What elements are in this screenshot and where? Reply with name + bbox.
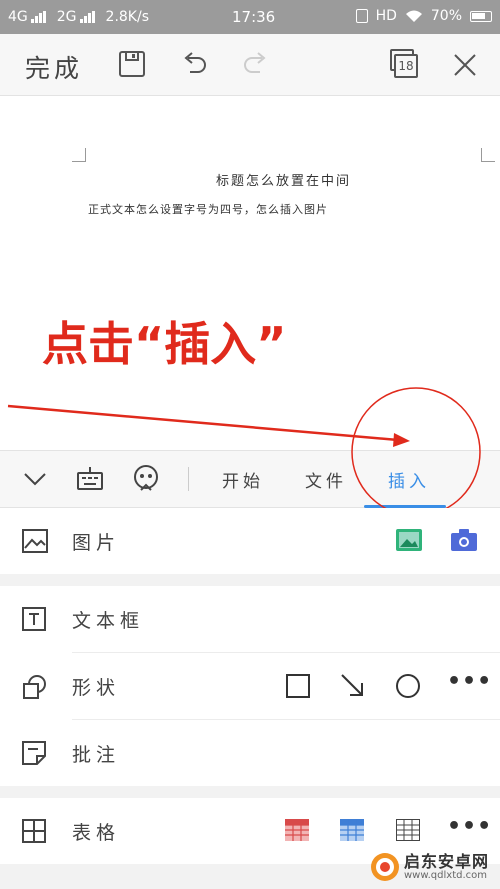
insert-textbox-row[interactable]: 文本框 xyxy=(0,586,500,652)
ribbon-tab-bar: 开始 文件 插入 xyxy=(0,450,500,508)
insert-shape-row[interactable]: 形状 ••• xyxy=(0,653,500,719)
document-page[interactable]: 标题怎么放置在中间 正式文本怎么设置字号为四号，怎么插入图片 点击“插入” xyxy=(0,96,500,450)
reader-icon[interactable] xyxy=(132,464,160,494)
insert-comment-row[interactable]: 批注 xyxy=(0,720,500,786)
tab-start[interactable]: 开始 xyxy=(222,467,264,492)
insert-picture-label: 图片 xyxy=(72,532,121,554)
table-style-red-icon[interactable] xyxy=(285,819,309,841)
network-2-label: 2G xyxy=(56,9,77,25)
tabs-count: 18 xyxy=(394,54,418,78)
insert-textbox-label: 文本框 xyxy=(72,610,145,632)
insert-shape-label: 形状 xyxy=(72,677,121,699)
section-gap xyxy=(0,786,500,798)
square-icon[interactable] xyxy=(286,674,310,698)
more-tables-button[interactable]: ••• xyxy=(447,814,492,839)
document-title[interactable]: 标题怎么放置在中间 xyxy=(216,170,351,189)
top-toolbar: 完成 18 xyxy=(0,34,500,96)
section-gap xyxy=(0,574,500,586)
tabs-icon[interactable]: 18 xyxy=(388,49,420,79)
collapse-icon[interactable] xyxy=(22,469,48,489)
margin-corner xyxy=(481,148,495,162)
network-speed: 2.8K/s xyxy=(105,9,149,25)
done-button[interactable]: 完成 xyxy=(25,49,83,85)
more-shapes-button[interactable]: ••• xyxy=(447,669,492,694)
arrow-icon[interactable] xyxy=(340,673,366,699)
undo-icon[interactable] xyxy=(180,50,208,78)
status-bar: 4G 2G 2.8K/s 17:36 HD 70% xyxy=(0,0,500,34)
watermark-brand: 启东安卓网 xyxy=(404,852,490,871)
watermark-logo-icon xyxy=(371,853,399,881)
table-style-blue-icon[interactable] xyxy=(340,819,364,841)
keyboard-icon[interactable] xyxy=(76,465,104,493)
annotation-text: 点击“插入” xyxy=(42,317,287,371)
watermark: 启东安卓网 www.qdlxtd.com xyxy=(370,852,489,882)
gallery-icon[interactable] xyxy=(396,529,422,551)
tab-separator xyxy=(188,467,189,491)
insert-picture-row[interactable]: 图片 xyxy=(0,508,500,574)
margin-corner xyxy=(72,148,86,162)
shape-icon xyxy=(23,675,46,699)
vibrate-icon xyxy=(355,9,368,23)
hd-label: HD xyxy=(375,8,397,24)
tab-file[interactable]: 文件 xyxy=(305,467,347,492)
camera-icon[interactable] xyxy=(451,529,477,551)
circle-icon[interactable] xyxy=(395,673,421,699)
battery-level: 70% xyxy=(430,8,462,24)
network-1-label: 4G xyxy=(8,9,28,25)
network-indicators: 4G 2G 2.8K/s xyxy=(8,9,149,25)
save-icon[interactable] xyxy=(118,50,146,78)
table-icon xyxy=(22,819,46,843)
table-style-plain-icon[interactable] xyxy=(396,819,420,841)
clock: 17:36 xyxy=(232,8,276,26)
picture-icon xyxy=(22,529,48,553)
insert-table-label: 表格 xyxy=(72,822,121,844)
close-icon[interactable] xyxy=(452,52,478,78)
signal-icon xyxy=(79,11,96,23)
insert-comment-label: 批注 xyxy=(72,744,121,766)
wifi-icon xyxy=(405,10,422,22)
signal-icon xyxy=(30,11,47,23)
document-body-text[interactable]: 正式文本怎么设置字号为四号，怎么插入图片 xyxy=(88,201,328,217)
comment-icon xyxy=(22,741,46,765)
redo-icon[interactable] xyxy=(242,50,270,78)
textbox-icon xyxy=(22,607,46,631)
battery-icon xyxy=(470,10,492,22)
watermark-url: www.qdlxtd.com xyxy=(404,870,487,881)
tab-insert[interactable]: 插入 xyxy=(388,467,430,492)
status-right: HD 70% xyxy=(355,8,492,24)
